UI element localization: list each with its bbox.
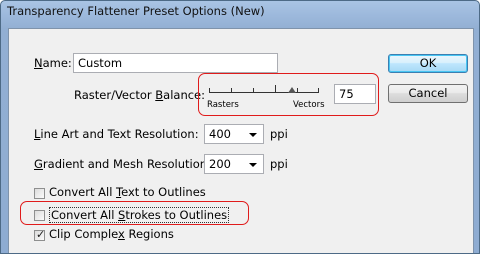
chevron-down-icon [249,163,257,167]
chevron-down-icon [249,133,257,137]
line-art-unit: ppi [270,127,288,141]
name-input[interactable]: Custom [73,53,278,73]
cancel-button[interactable]: Cancel [388,84,468,103]
balance-label: Raster/Vector Balance: [74,88,206,102]
highlight-annotation [20,201,249,225]
gradient-resolution-dropdown[interactable]: 200 [204,154,264,174]
highlight-annotation [198,73,379,116]
convert-text-checkbox[interactable] [34,188,45,199]
dialog-window: Transparency Flattener Preset Options (N… [0,0,480,254]
line-art-label: Line Art and Text Resolution: [34,127,199,141]
convert-text-label[interactable]: Convert All Text to Outlines [49,185,206,199]
clip-complex-label[interactable]: Clip Complex Regions [49,227,174,241]
gradient-resolution-value: 200 [209,157,231,171]
line-art-resolution-value: 400 [209,127,231,141]
ok-button[interactable]: OK [388,54,468,73]
name-label: Name: [34,56,72,70]
checkmark-icon: ✓ [36,228,46,241]
gradient-unit: ppi [270,157,288,171]
line-art-resolution-dropdown[interactable]: 400 [204,124,264,144]
clip-complex-checkbox[interactable]: ✓ [34,228,46,241]
gradient-label: Gradient and Mesh Resolution: [34,157,211,171]
dialog-title: Transparency Flattener Preset Options (N… [7,4,265,18]
